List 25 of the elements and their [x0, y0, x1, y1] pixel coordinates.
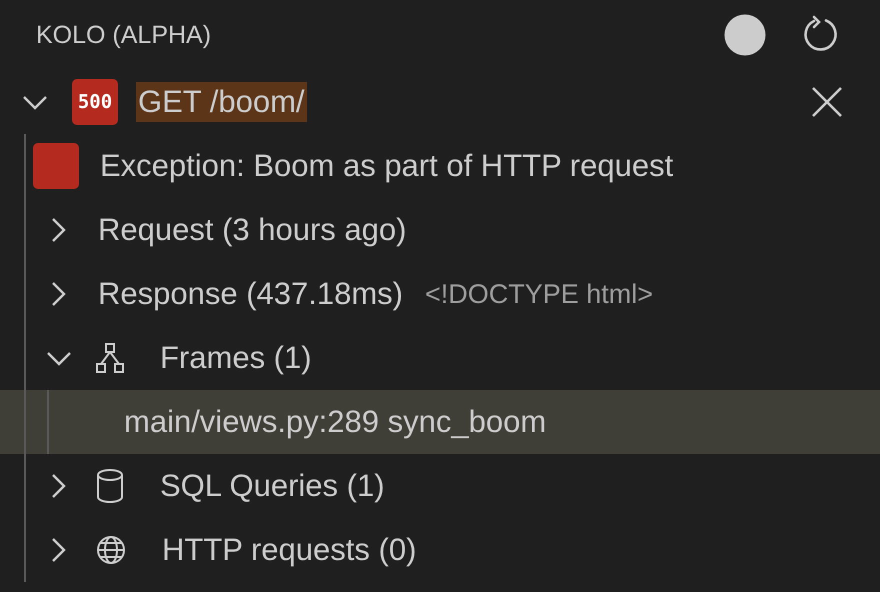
- tree-item[interactable]: Frames (1): [0, 326, 880, 390]
- tree-item-description: <!DOCTYPE html>: [425, 278, 654, 310]
- status-badge: 500: [72, 79, 118, 125]
- tree-item-label: GET /boom/: [136, 82, 307, 122]
- tree-item[interactable]: Response (437.18ms) <!DOCTYPE html>: [0, 262, 880, 326]
- tree-item-label: HTTP requests (0): [161, 531, 418, 569]
- tree-item-label: Frames (1): [159, 339, 313, 377]
- tree-item[interactable]: SQL Queries (1): [0, 454, 880, 518]
- record-icon[interactable]: [724, 14, 766, 56]
- hierarchy-icon: [96, 343, 124, 373]
- close-icon[interactable]: [810, 85, 844, 119]
- tree-item[interactable]: Exception: Boom as part of HTTP request: [0, 134, 880, 198]
- exception-icon: [33, 143, 79, 189]
- tree-item-label: main/views.py:289 sync_boom: [123, 403, 548, 441]
- database-icon: [96, 469, 124, 503]
- panel-title: KOLO (ALPHA): [36, 20, 212, 50]
- tree-item[interactable]: 500 GET /boom/: [0, 70, 880, 134]
- tree-item-label: Exception: Boom as part of HTTP request: [99, 147, 674, 185]
- globe-icon: [96, 535, 126, 565]
- tree-item[interactable]: HTTP requests (0): [0, 518, 880, 582]
- tree-item[interactable]: main/views.py:289 sync_boom: [0, 390, 880, 454]
- tree-item-label: SQL Queries (1): [159, 467, 386, 505]
- tree-item[interactable]: Request (3 hours ago): [0, 198, 880, 262]
- tree-item-label: Request (3 hours ago): [97, 211, 408, 249]
- tree-item-label: Response (437.18ms): [97, 275, 404, 313]
